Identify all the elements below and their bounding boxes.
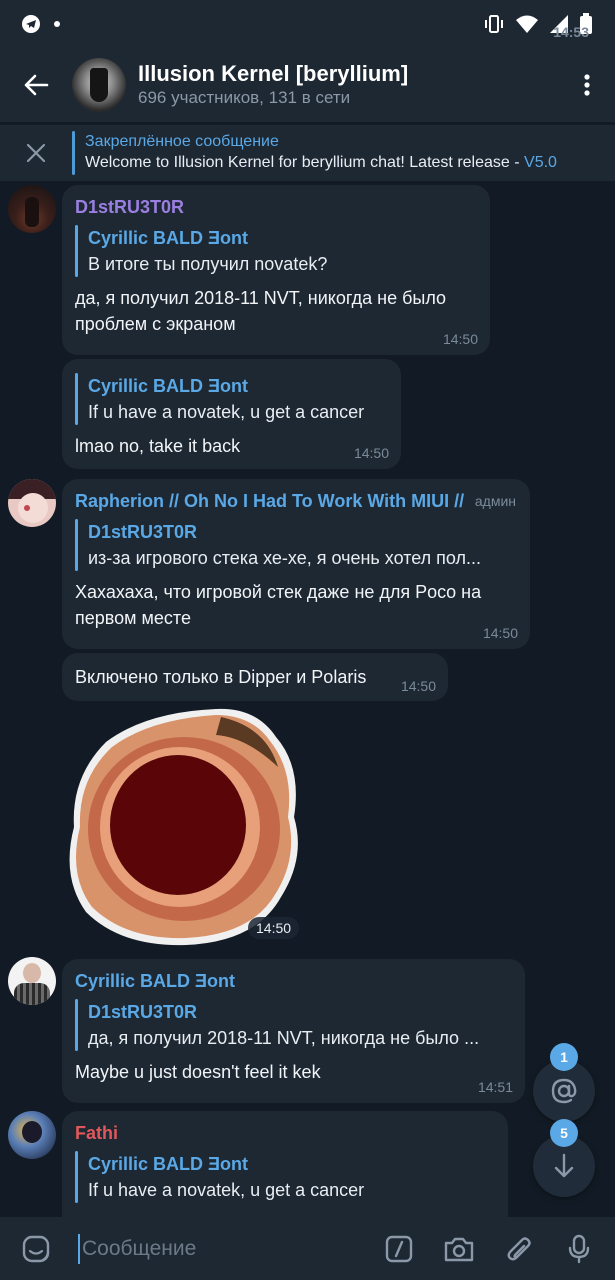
admin-badge: админ	[474, 493, 516, 509]
more-vertical-icon	[584, 74, 590, 96]
message-time: 14:50	[400, 678, 436, 694]
attach-button[interactable]	[497, 1227, 541, 1271]
message-bubble[interactable]: D1stRU3T0R Cyrillic BALD Ǝont В итоге ты…	[62, 185, 490, 355]
message-bubble[interactable]: Fathi Cyrillic BALD Ǝont If u have a nov…	[62, 1111, 508, 1217]
reply-quote[interactable]: Cyrillic BALD Ǝont If u have a novatek, …	[75, 1151, 494, 1203]
bot-commands-button[interactable]	[377, 1227, 421, 1271]
reply-author: D1stRU3T0R	[88, 1002, 198, 1022]
chat-header: Illusion Kernel [beryllium] 696 участник…	[0, 48, 615, 122]
input-actions	[377, 1227, 601, 1271]
pinned-title: Закреплённое сообщение	[85, 133, 279, 150]
chat-title: Illusion Kernel [beryllium]	[138, 61, 409, 86]
notification-dot-icon	[54, 21, 60, 27]
voice-message-button[interactable]	[557, 1227, 601, 1271]
reply-quote[interactable]: D1stRU3T0R да, я получил 2018-11 NVT, ни…	[75, 999, 511, 1051]
message-text: Хахахаха, что игровой стек даже не для P…	[75, 582, 482, 628]
reply-author: Cyrillic BALD Ǝont	[88, 228, 249, 248]
status-time: 14:53	[553, 24, 589, 40]
avatar-d1stru3t0r[interactable]	[8, 185, 56, 233]
sticker-emoji-icon	[22, 1235, 50, 1262]
chat-subtitle: 696 участников, 131 в сети	[138, 88, 351, 107]
close-icon	[26, 143, 46, 163]
message-list[interactable]: D1stRU3T0R Cyrillic BALD Ǝont В итоге ты…	[0, 181, 615, 1217]
reply-bar	[75, 1151, 78, 1203]
mentions-count-badge: 1	[550, 1043, 578, 1071]
message-text: Maybe u just doesn't feel it kek	[75, 1062, 321, 1082]
pinned-accent-bar	[72, 131, 75, 175]
message-sender[interactable]: Rapherion // Oh No I Had To Work With MI…	[75, 489, 516, 513]
reply-text: If u have a novatek, u get a cancer	[88, 402, 365, 422]
reply-author: Cyrillic BALD Ǝont	[88, 1154, 249, 1174]
message-sender[interactable]: D1stRU3T0R	[75, 195, 476, 219]
camera-button[interactable]	[437, 1227, 481, 1271]
reply-quote[interactable]: D1stRU3T0R из-за игрового стека хе-хе, я…	[75, 519, 516, 571]
sticker-time: 14:50	[248, 917, 300, 939]
message-bubble[interactable]: Rapherion // Oh No I Had To Work With MI…	[62, 479, 530, 649]
message-sender[interactable]: Cyrillic BALD Ǝont	[75, 969, 511, 993]
status-bar: 14:53	[0, 0, 615, 48]
reply-text: да, я получил 2018-11 NVT, никогда не бы…	[88, 1028, 480, 1048]
chat-info[interactable]: Illusion Kernel [beryllium] 696 участник…	[138, 61, 559, 109]
text-cursor	[78, 1233, 80, 1264]
reply-bar	[75, 999, 78, 1051]
reply-author: Cyrillic BALD Ǝont	[88, 376, 249, 396]
sticker-image[interactable]	[66, 707, 306, 947]
at-sign-icon	[551, 1078, 577, 1104]
emoji-button[interactable]	[14, 1227, 58, 1271]
slash-command-icon	[385, 1235, 413, 1262]
message-time: 14:50	[442, 331, 478, 347]
reply-quote[interactable]: Cyrillic BALD Ǝont В итоге ты получил no…	[75, 225, 476, 277]
reply-bar	[75, 373, 78, 425]
pinned-message-bar[interactable]: Закреплённое сообщение Welcome to Illusi…	[0, 124, 615, 181]
pinned-content[interactable]: Закреплённое сообщение Welcome to Illusi…	[85, 132, 615, 174]
vibrate-icon	[485, 15, 503, 33]
message-text: lmao no, take it back	[75, 436, 241, 456]
message-time: 14:51	[477, 1079, 513, 1095]
message-sender-name: Rapherion // Oh No I Had To Work With MI…	[75, 491, 465, 511]
message-time: 14:50	[353, 445, 389, 461]
camera-icon	[444, 1237, 474, 1261]
message-sender[interactable]: Fathi	[75, 1121, 494, 1145]
avatar-rapherion[interactable]	[8, 479, 56, 527]
back-button[interactable]	[0, 48, 72, 122]
unread-count-badge: 5	[550, 1119, 578, 1147]
pinned-body-text: Welcome to Illusion Kernel for beryllium…	[85, 154, 525, 171]
wifi-icon	[516, 15, 538, 33]
more-menu-button[interactable]	[559, 48, 615, 122]
pinned-release-link[interactable]: V5.0	[524, 154, 557, 171]
reply-quote[interactable]: Cyrillic BALD Ǝont If u have a novatek, …	[75, 373, 387, 425]
message-bubble[interactable]: Включено только в Dipper и Polaris 14:50	[62, 653, 448, 701]
avatar-fathi[interactable]	[8, 1111, 56, 1159]
message-bubble[interactable]: Cyrillic BALD Ǝont If u have a novatek, …	[62, 359, 401, 469]
arrow-left-icon	[24, 74, 49, 96]
pinned-close-button[interactable]	[0, 125, 72, 182]
avatar-cyrillic-bald-font[interactable]	[8, 957, 56, 1005]
reply-bar	[75, 519, 78, 571]
reply-bar	[75, 225, 78, 277]
reply-text: из-за игрового стека хе-хе, я очень хоте…	[88, 548, 482, 568]
reply-text: If u have a novatek, u get a cancer	[88, 1180, 365, 1200]
message-time: 14:50	[482, 625, 518, 641]
pinned-body: Welcome to Illusion Kernel for beryllium…	[85, 152, 615, 174]
message-text: да, я получил 2018-11 NVT, никогда не бы…	[75, 288, 447, 334]
message-input-bar	[0, 1217, 615, 1280]
paperclip-icon	[507, 1236, 531, 1260]
microphone-icon	[568, 1234, 590, 1263]
reply-text: В итоге ты получил novatek?	[88, 254, 328, 274]
group-avatar[interactable]	[72, 58, 126, 112]
telegram-notification-icon	[22, 15, 40, 33]
arrow-down-icon	[554, 1153, 574, 1178]
message-input[interactable]	[82, 1236, 377, 1261]
reply-author: D1stRU3T0R	[88, 522, 198, 542]
message-text: Включено только в Dipper и Polaris	[75, 667, 367, 687]
message-bubble[interactable]: Cyrillic BALD Ǝont D1stRU3T0R да, я полу…	[62, 959, 525, 1103]
